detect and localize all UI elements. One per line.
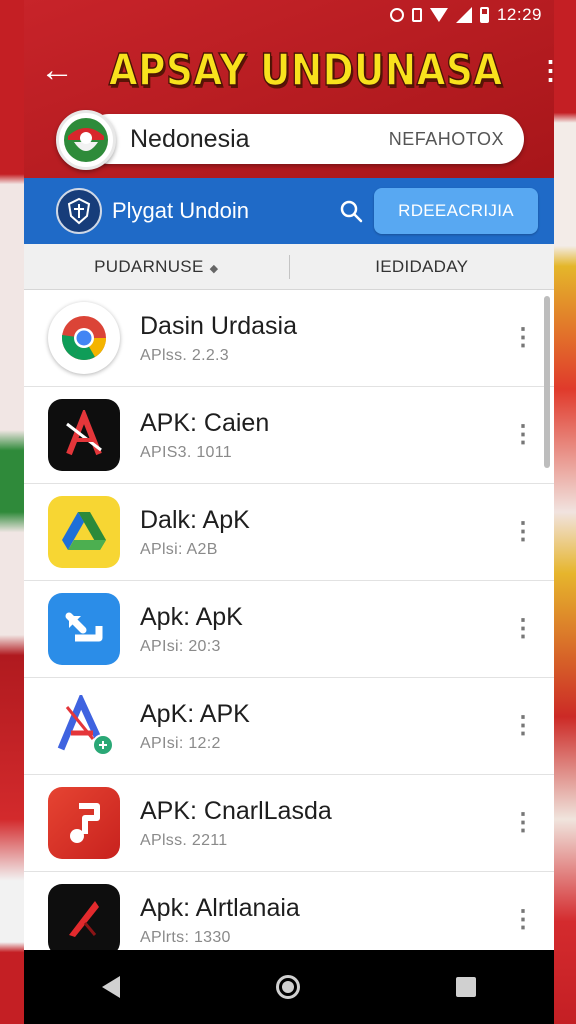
app-name: Apk: ApK — [140, 602, 243, 631]
app-info: Dalk: ApK APlsi: A2B — [140, 506, 508, 559]
app-info: Dasin Urdasia APlss. 2.2.3 — [140, 312, 508, 365]
app-name: APK: CnarlLasda — [140, 796, 332, 825]
shield-icon — [56, 188, 102, 234]
app-list: Dasin Urdasia APlss. 2.2.3 ⋮ APK: Caien … — [24, 290, 554, 950]
list-item[interactable]: APK: CnarlLasda APlss. 2211 ⋮ — [24, 775, 554, 872]
more-options-icon[interactable]: ⋮ — [508, 714, 538, 738]
more-options-icon[interactable]: ⋮ — [508, 326, 538, 350]
app-version: APIsi: 12:2 — [140, 734, 221, 752]
search-icon[interactable] — [328, 188, 374, 234]
app-info: ApK: APK APIsi: 12:2 — [140, 700, 508, 753]
list-item[interactable]: APK: Caien APIS3. 1011 ⋮ — [24, 387, 554, 484]
nav-home-icon[interactable] — [276, 975, 300, 999]
red-a-icon — [48, 399, 120, 471]
filter-right-label: IEDIDADAY — [375, 256, 469, 276]
nav-recents-icon[interactable] — [456, 977, 476, 997]
back-arrow-icon[interactable]: ← — [40, 53, 74, 87]
region-field[interactable]: Nedonesia NEFAHOTOX — [84, 114, 524, 164]
chrome-icon — [48, 302, 120, 374]
search-label: Plygat Undoin — [112, 198, 249, 223]
app-version: APIS3. 1011 — [140, 443, 232, 461]
page-title: APSAY UNDUNASA — [108, 44, 503, 97]
list-item[interactable]: Dalk: ApK APlsi: A2B ⋮ — [24, 484, 554, 581]
app-info: APK: CnarlLasda APlss. 2211 — [140, 797, 508, 850]
more-options-icon[interactable]: ⋮ — [508, 423, 538, 447]
more-options-icon[interactable]: ⋮ — [508, 908, 538, 932]
dropdown-diamond-icon: ◆ — [209, 262, 219, 275]
app-name: Apk: Alrtlanaia — [140, 893, 300, 922]
flag-decoration-left — [0, 0, 24, 1024]
filter-row: PUDARNUSE ◆ IEDIDADAY — [24, 244, 554, 290]
more-options-icon[interactable]: ⋮ — [508, 617, 538, 641]
search-bar: Plygat Undoin RDEEACRIJIA — [24, 178, 554, 244]
flag-decoration-right — [554, 0, 576, 1024]
more-options-icon[interactable]: ⋮ — [508, 811, 538, 835]
vibrate-icon — [411, 8, 422, 22]
app-info: APK: Caien APIS3. 1011 — [140, 409, 508, 462]
list-item[interactable]: Apk: ApK APIsi: 20:3 ⋮ — [24, 581, 554, 678]
nav-back-icon[interactable] — [102, 976, 120, 998]
list-item[interactable]: Apk: Alrtlanaia APlrts: 1330 ⋮ — [24, 872, 554, 950]
app-name: Dalk: ApK — [140, 505, 250, 534]
signal-icon — [455, 7, 472, 23]
drive-icon — [48, 496, 120, 568]
app-version: APlss. 2211 — [140, 831, 228, 849]
app-name: Dasin Urdasia — [140, 311, 298, 340]
region-selector: Nedonesia NEFAHOTOX — [24, 110, 554, 178]
scrollbar[interactable] — [544, 296, 550, 468]
filter-right[interactable]: IEDIDADAY — [290, 257, 555, 277]
app-version: APIsi: 20:3 — [140, 637, 221, 655]
region-code: NEFAHOTOX — [388, 128, 504, 149]
navigation-bar — [24, 950, 554, 1024]
region-emblem-icon[interactable] — [56, 110, 116, 170]
app-name: APK: Caien — [140, 408, 270, 437]
arrow-icon — [48, 593, 120, 665]
filter-left-label: PUDARNUSE — [94, 256, 204, 276]
title-bar: ← APSAY UNDUNASA ⋮ — [24, 30, 554, 110]
status-bar: 12:29 — [24, 0, 554, 30]
filter-left[interactable]: PUDARNUSE ◆ — [24, 257, 289, 277]
app-info: Apk: ApK APIsi: 20:3 — [140, 603, 508, 656]
blue-a-icon — [48, 690, 120, 762]
region-name: Nedonesia — [130, 124, 250, 153]
overflow-menu-icon[interactable]: ⋮ — [537, 57, 554, 83]
app-version: APlsi: A2B — [140, 540, 218, 558]
battery-icon — [479, 7, 489, 23]
list-item[interactable]: ApK: APK APIsi: 12:2 ⋮ — [24, 678, 554, 775]
red-arrow-icon — [48, 884, 120, 950]
app-window: 12:29 ← APSAY UNDUNASA ⋮ Nedonesia NEFAH… — [24, 0, 554, 950]
wifi-icon — [429, 8, 448, 22]
alarm-icon — [389, 8, 404, 22]
clock: 12:29 — [496, 5, 542, 24]
app-version: APlss. 2.2.3 — [140, 346, 229, 364]
app-version: APlrts: 1330 — [140, 928, 231, 946]
list-item[interactable]: Dasin Urdasia APlss. 2.2.3 ⋮ — [24, 290, 554, 387]
app-name: ApK: APK — [140, 699, 250, 728]
app-info: Apk: Alrtlanaia APlrts: 1330 — [140, 894, 508, 947]
search-action-button[interactable]: RDEEACRIJIA — [374, 188, 538, 234]
music-note-icon — [48, 787, 120, 859]
more-options-icon[interactable]: ⋮ — [508, 520, 538, 544]
